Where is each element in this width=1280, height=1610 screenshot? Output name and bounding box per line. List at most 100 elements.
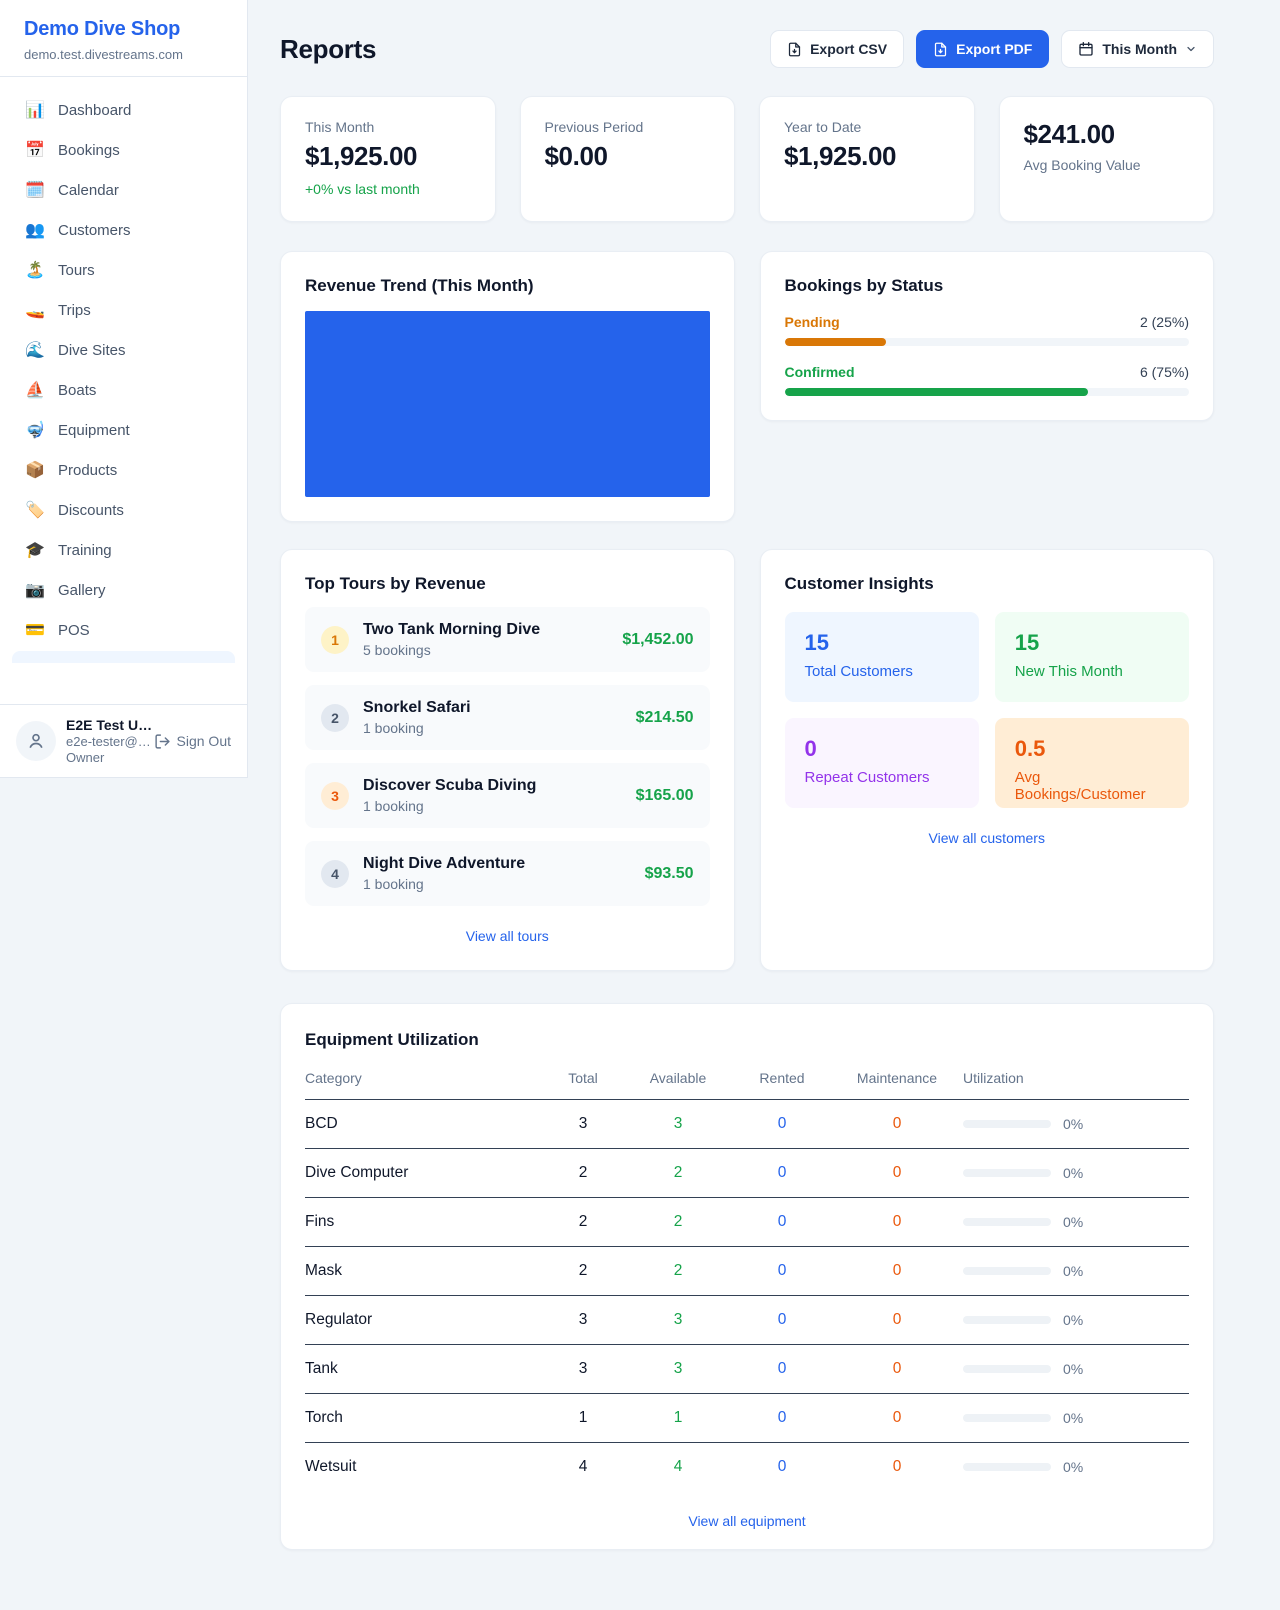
tour-row[interactable]: 4 Night Dive Adventure 1 booking $93.50 (305, 841, 710, 906)
tour-revenue: $1,452.00 (622, 631, 693, 649)
tour-revenue: $93.50 (645, 865, 694, 883)
equipment-rented: 0 (733, 1409, 831, 1427)
sidebar-item-customers[interactable]: 👥 Customers (12, 211, 235, 249)
sidebar-item-calendar[interactable]: 🗓️ Calendar (12, 171, 235, 209)
equipment-category: Mask (305, 1262, 543, 1280)
column-header: Available (623, 1070, 733, 1086)
utilization-percent: 0% (1063, 1214, 1083, 1230)
page-header: Reports Export CSV Export PDF This Month (280, 30, 1214, 68)
tour-name: Two Tank Morning Dive (363, 621, 608, 639)
sidebar-item-label: Discounts (58, 502, 124, 519)
sidebar-item-training[interactable]: 🎓Training (12, 531, 235, 569)
sidebar-item-label: Training (58, 542, 112, 559)
sidebar-item-tours[interactable]: 🏝️Tours (12, 251, 235, 289)
sidebar-item-pos[interactable]: 💳POS (12, 611, 235, 649)
people-icon: 👥 (24, 220, 46, 240)
sidebar-item-label: Dashboard (58, 102, 131, 119)
table-row: Dive Computer 2 2 0 0 0% (305, 1149, 1189, 1198)
equipment-maintenance: 0 (831, 1115, 963, 1133)
table-row: Wetsuit 4 4 0 0 0% (305, 1443, 1189, 1491)
equipment-maintenance: 0 (831, 1311, 963, 1329)
sidebar-item-bookings[interactable]: 📅Bookings (12, 131, 235, 169)
utilization-bar (963, 1267, 1051, 1275)
person-icon (26, 731, 46, 751)
equipment-maintenance: 0 (831, 1458, 963, 1476)
export-pdf-button[interactable]: Export PDF (916, 30, 1049, 68)
bookings-by-status-card: Bookings by Status Pending 2 (25%) Confi… (760, 251, 1215, 421)
sidebar-item-label: Tours (58, 262, 95, 279)
status-label: Pending (785, 314, 840, 330)
equipment-available: 3 (623, 1360, 733, 1378)
progress-track (785, 338, 1190, 346)
view-all-equipment-link[interactable]: View all equipment (305, 1513, 1189, 1529)
spiral-calendar-icon: 🗓️ (24, 180, 46, 200)
stat-value: $0.00 (545, 141, 711, 172)
sidebar-item-label: Bookings (58, 142, 120, 159)
tour-name: Discover Scuba Diving (363, 777, 622, 795)
sidebar-item-equipment[interactable]: 🤿Equipment (12, 411, 235, 449)
tour-row[interactable]: 3 Discover Scuba Diving 1 booking $165.0… (305, 763, 710, 828)
sidebar-item-products[interactable]: 📦Products (12, 451, 235, 489)
stats-row: This Month $1,925.00 +0% vs last month P… (280, 96, 1214, 222)
stat-delta: +0% vs last month (305, 181, 471, 197)
charts-row: Revenue Trend (This Month) Bookings by S… (280, 251, 1214, 522)
stat-label: Avg Booking Value (1024, 157, 1190, 173)
wave-icon: 🌊 (24, 340, 46, 360)
sidebar-item-label: Customers (58, 222, 131, 239)
page-title: Reports (280, 34, 376, 65)
equipment-category: Torch (305, 1409, 543, 1427)
view-all-customers-link[interactable]: View all customers (785, 830, 1190, 846)
period-selector[interactable]: This Month (1061, 30, 1214, 68)
column-header: Total (543, 1070, 623, 1086)
main-content: Reports Export CSV Export PDF This Month (280, 0, 1214, 1590)
sidebar-item-discounts[interactable]: 🏷️ Discounts (12, 491, 235, 529)
sidebar: Demo Dive Shop demo.test.divestreams.com… (0, 0, 248, 778)
view-all-tours-link[interactable]: View all tours (305, 928, 710, 944)
insight-label: Total Customers (805, 663, 959, 680)
utilization-bar (963, 1365, 1051, 1373)
equipment-available: 2 (623, 1164, 733, 1182)
tour-bookings: 5 bookings (363, 642, 608, 658)
column-header: Rented (733, 1070, 831, 1086)
speedboat-icon: 🚤 (24, 300, 46, 320)
insights-grid: 15 Total Customers 15 New This Month 0 R… (785, 612, 1190, 808)
utilization-bar (963, 1120, 1051, 1128)
user-role: Owner (66, 750, 144, 765)
equipment-category: Tank (305, 1360, 543, 1378)
revenue-trend-title: Revenue Trend (This Month) (305, 276, 710, 296)
equipment-available: 3 (623, 1311, 733, 1329)
equipment-rented: 0 (733, 1262, 831, 1280)
sidebar-item-gallery[interactable]: 📷Gallery (12, 571, 235, 609)
equipment-total: 3 (543, 1311, 623, 1329)
sidebar-item-active-partial[interactable] (12, 651, 235, 663)
sidebar-item-boats[interactable]: ⛵Boats (12, 371, 235, 409)
utilization-percent: 0% (1063, 1361, 1083, 1377)
sidebar-item-label: Gallery (58, 582, 106, 599)
equipment-available: 4 (623, 1458, 733, 1476)
export-csv-button[interactable]: Export CSV (770, 30, 904, 68)
tour-name: Snorkel Safari (363, 699, 622, 717)
tag-icon: 🏷️ (24, 500, 46, 520)
insight-repeat-customers: 0 Repeat Customers (785, 718, 979, 808)
equipment-category: Dive Computer (305, 1164, 543, 1182)
equipment-maintenance: 0 (831, 1213, 963, 1231)
equipment-rented: 0 (733, 1213, 831, 1231)
bookings-by-status-title: Bookings by Status (785, 276, 1190, 296)
sidebar-item-label: Calendar (58, 182, 119, 199)
tour-bookings: 1 booking (363, 798, 622, 814)
logout-icon (154, 733, 171, 750)
tour-row[interactable]: 2 Snorkel Safari 1 booking $214.50 (305, 685, 710, 750)
top-tours-card: Top Tours by Revenue 1 Two Tank Morning … (280, 549, 735, 971)
equipment-rented: 0 (733, 1311, 831, 1329)
equipment-total: 4 (543, 1458, 623, 1476)
column-header: Utilization (963, 1070, 1189, 1086)
sidebar-item-dashboard[interactable]: 📊Dashboard (12, 91, 235, 129)
tour-row[interactable]: 1 Two Tank Morning Dive 5 bookings $1,45… (305, 607, 710, 672)
sidebar-item-trips[interactable]: 🚤Trips (12, 291, 235, 329)
sign-out-button[interactable]: Sign Out (154, 733, 231, 750)
status-count: 6 (75%) (1140, 364, 1189, 380)
equipment-available: 2 (623, 1213, 733, 1231)
equipment-total: 2 (543, 1262, 623, 1280)
sidebar-item-dive-sites[interactable]: 🌊Dive Sites (12, 331, 235, 369)
sidebar-item-label: Products (58, 462, 117, 479)
